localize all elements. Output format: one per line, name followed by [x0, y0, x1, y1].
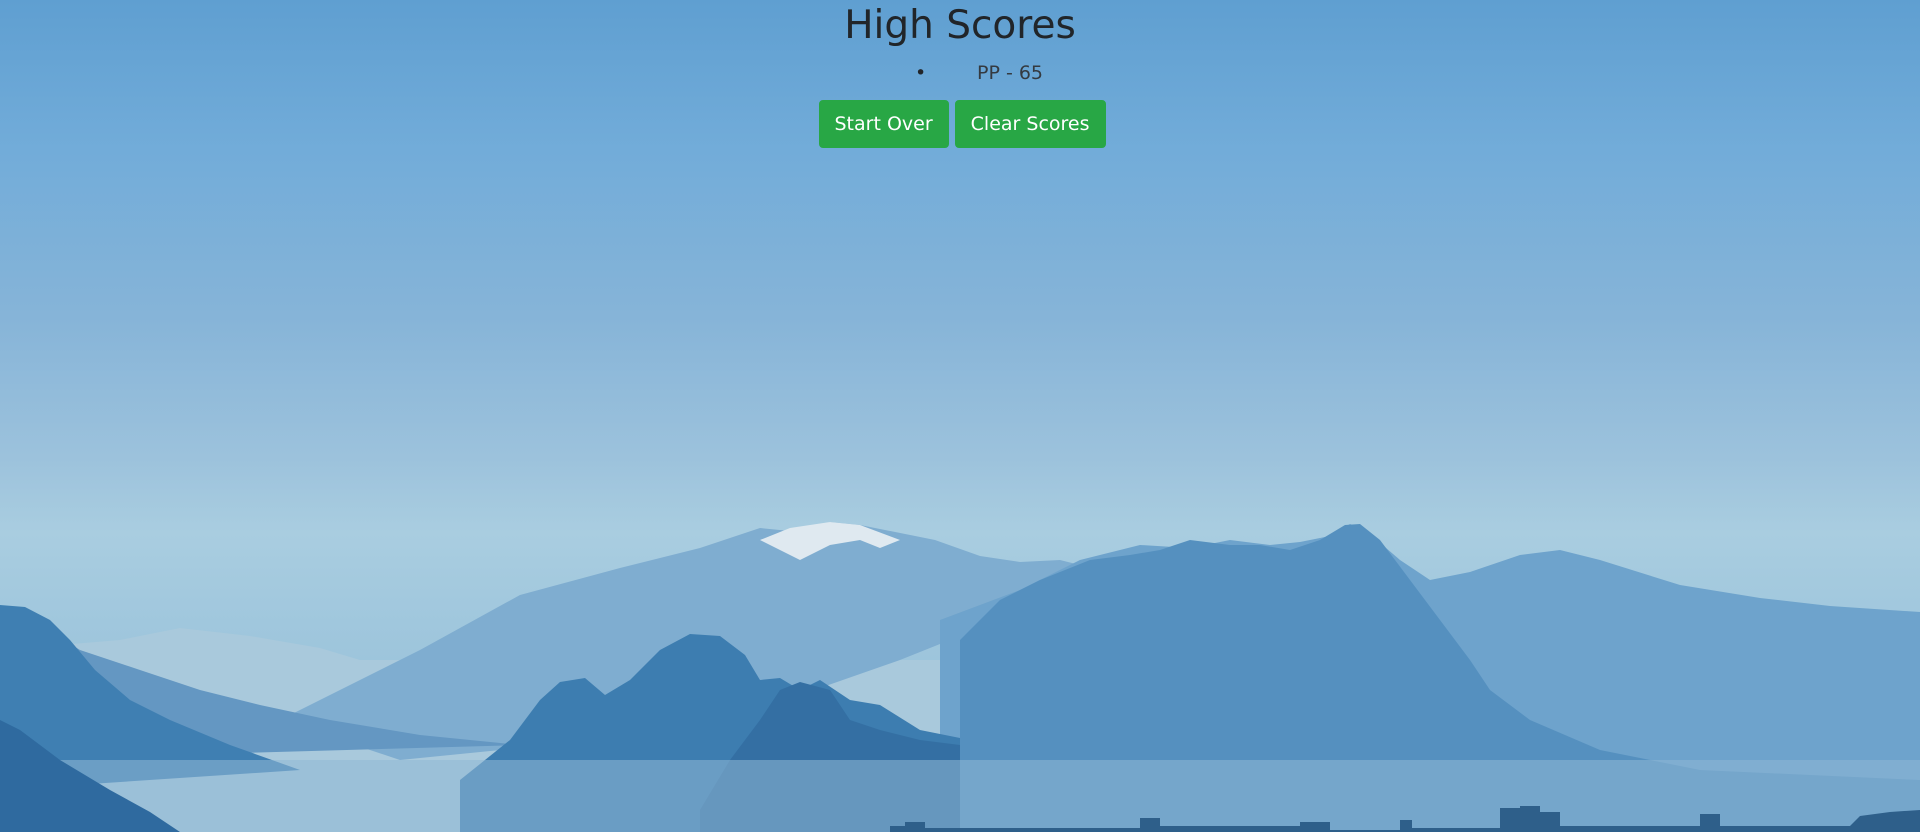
start-over-button[interactable]: Start Over	[818, 100, 949, 148]
clear-scores-button[interactable]: Clear Scores	[954, 100, 1106, 148]
high-score-list: • PP - 65	[0, 62, 1920, 84]
bullet-icon: •	[914, 62, 927, 84]
score-text: PP - 65	[976, 62, 1044, 84]
list-item: • PP - 65	[915, 62, 1044, 84]
button-row: Start Over Clear Scores	[0, 100, 1920, 148]
foreground-mist	[0, 760, 1920, 832]
page-title: High Scores	[844, 3, 1076, 48]
high-scores-panel: High Scores • PP - 65 Start Over Clear S…	[0, 0, 1920, 148]
